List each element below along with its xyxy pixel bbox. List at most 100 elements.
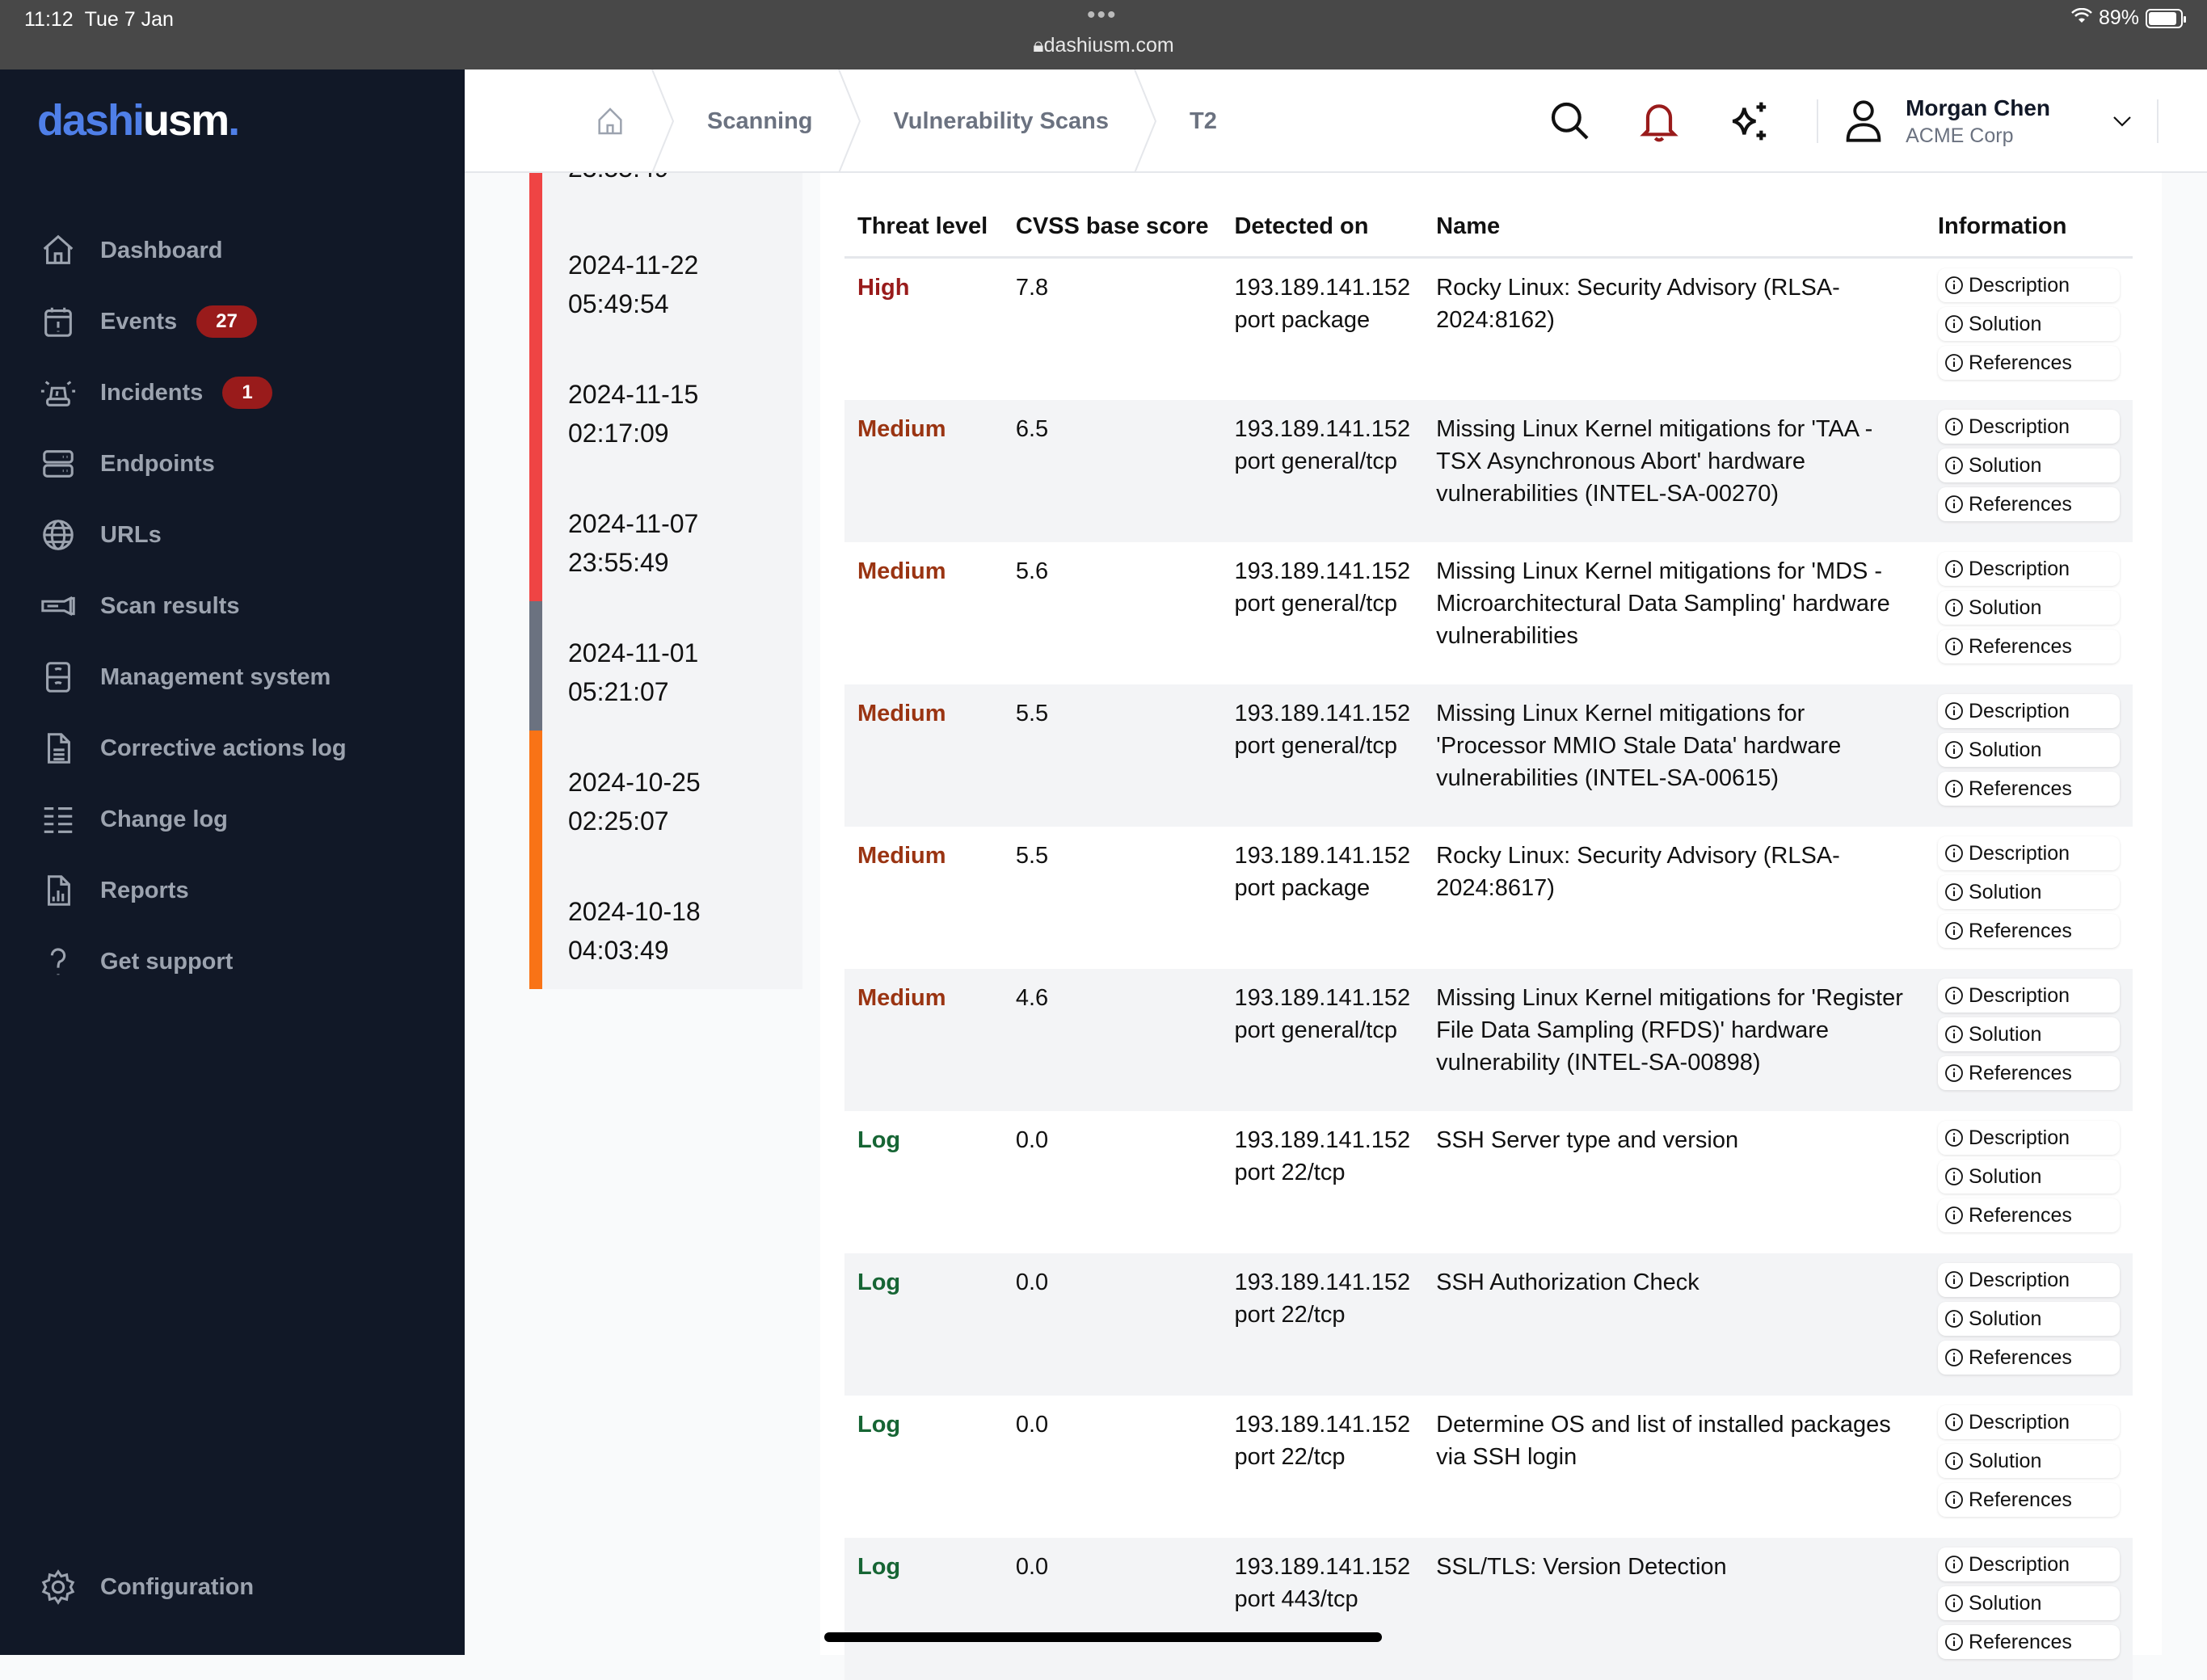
solution-button[interactable]: Solution xyxy=(1938,590,2120,625)
timeline-item[interactable]: 2024-10-18 04:03:49 xyxy=(529,860,802,989)
cell-threat-level: Log xyxy=(844,1253,1003,1396)
description-button[interactable]: Description xyxy=(1938,1262,2120,1297)
references-button[interactable]: References xyxy=(1938,346,2120,380)
references-button[interactable]: References xyxy=(1938,913,2120,948)
sidebar-item-label: URLs xyxy=(100,521,162,548)
sidebar-item-management-system[interactable]: Management system xyxy=(0,642,465,713)
sidebar-item-get-support[interactable]: Get support xyxy=(0,926,465,997)
breadcrumb-scanning[interactable]: Scanning xyxy=(675,69,861,173)
battery-percent: 89% xyxy=(2098,6,2139,29)
info-button-group: Description Solution References xyxy=(1938,978,2120,1090)
notifications-button[interactable] xyxy=(1615,69,1704,173)
logo[interactable]: dashiusm. xyxy=(37,95,240,145)
search-button[interactable] xyxy=(1526,69,1615,173)
description-button[interactable]: Description xyxy=(1938,409,2120,444)
sidebar-item-corrective-actions-log[interactable]: Corrective actions log xyxy=(0,713,465,784)
references-button[interactable]: References xyxy=(1938,1340,2120,1375)
sidebar-item-change-log[interactable]: Change log xyxy=(0,784,465,855)
sidebar-item-reports[interactable]: Reports xyxy=(0,855,465,926)
table-row[interactable]: Log 0.0 193.189.141.152 port 443/tcp SSL/… xyxy=(844,1537,2133,1680)
timeline-item[interactable]: 2024-10-25 02:25:07 xyxy=(529,731,802,860)
description-button[interactable]: Description xyxy=(1938,1120,2120,1155)
sidebar-item-scan-results[interactable]: Scan results xyxy=(0,571,465,642)
info-icon xyxy=(1945,637,1963,655)
sidebar-item-endpoints[interactable]: Endpoints xyxy=(0,428,465,499)
button-label: Solution xyxy=(1969,1449,2042,1472)
host-port: port general/tcp xyxy=(1234,448,1397,474)
description-button[interactable]: Description xyxy=(1938,1547,2120,1581)
description-button[interactable]: Description xyxy=(1938,693,2120,728)
table-row[interactable]: Medium 4.6 193.189.141.152 port general/t… xyxy=(844,968,2133,1111)
timeline-item[interactable]: 2024-11-15 02:17:09 xyxy=(529,343,802,472)
header-name[interactable]: Name xyxy=(1423,197,1925,259)
table-row[interactable]: Medium 5.5 193.189.141.152 port general/t… xyxy=(844,684,2133,827)
timeline-time: 02:17:09 xyxy=(568,419,669,448)
sidebar-item-urls[interactable]: URLs xyxy=(0,499,465,571)
sidebar-item-incidents[interactable]: Incidents 1 xyxy=(0,357,465,428)
sidebar-item-configuration[interactable]: Configuration xyxy=(0,1552,465,1623)
breadcrumb-separator xyxy=(837,69,861,173)
timeline-item[interactable]: 2024-11-01 05:21:07 xyxy=(529,601,802,731)
table-row[interactable]: Medium 5.5 193.189.141.152 port package R… xyxy=(844,827,2133,969)
description-button[interactable]: Description xyxy=(1938,1404,2120,1439)
description-button[interactable]: Description xyxy=(1938,268,2120,302)
references-button[interactable]: References xyxy=(1938,486,2120,521)
header-detected-on[interactable]: Detected on xyxy=(1221,197,1424,259)
references-button[interactable]: References xyxy=(1938,1198,2120,1232)
timeline-item[interactable]: 2024-11-22 05:49:54 xyxy=(529,213,802,343)
description-button[interactable]: Description xyxy=(1938,836,2120,870)
header-cvss-score[interactable]: CVSS base score xyxy=(1002,197,1222,259)
timeline-item-partial[interactable]: 23:55:49 xyxy=(529,173,802,213)
sidebar-item-dashboard[interactable]: Dashboard xyxy=(0,215,465,286)
timeline-item[interactable]: 2024-11-07 23:55:49 xyxy=(529,472,802,601)
references-button[interactable]: References xyxy=(1938,1055,2120,1090)
references-button[interactable]: References xyxy=(1938,629,2120,663)
cell-cvss-score: 7.8 xyxy=(1015,275,1049,301)
info-icon xyxy=(1945,882,1963,901)
description-button[interactable]: Description xyxy=(1938,978,2120,1013)
breadcrumb-t2[interactable]: T2 xyxy=(1157,69,1266,173)
user-menu[interactable]: Morgan Chen ACME Corp xyxy=(1843,95,2133,148)
timeline-date: 2024-11-22 xyxy=(568,251,699,280)
table-row[interactable]: Log 0.0 193.189.141.152 port 22/tcp SSH A… xyxy=(844,1253,2133,1396)
button-label: Description xyxy=(1969,841,2070,865)
threat-level-label: Log xyxy=(857,1269,901,1295)
lock-icon: 🔒︎ xyxy=(1033,34,1044,57)
timeline-time: 02:25:07 xyxy=(568,806,669,836)
button-label: Description xyxy=(1969,1552,2070,1576)
header-threat-level[interactable]: Threat level xyxy=(844,197,1003,259)
more-dots-icon[interactable]: ••• xyxy=(1087,2,1118,29)
solution-button[interactable]: Solution xyxy=(1938,1301,2120,1336)
references-button[interactable]: References xyxy=(1938,1624,2120,1659)
ai-sparkle-button[interactable] xyxy=(1704,69,1792,173)
main-content: 23:55:49 2024-11-22 05:49:54 2024-11-15 … xyxy=(465,173,2207,1680)
info-icon xyxy=(1945,559,1963,578)
table-row[interactable]: Medium 5.6 193.189.141.152 port general/t… xyxy=(844,542,2133,684)
description-button[interactable]: Description xyxy=(1938,551,2120,586)
button-label: References xyxy=(1969,919,2072,942)
solution-button[interactable]: Solution xyxy=(1938,1017,2120,1051)
solution-button[interactable]: Solution xyxy=(1938,307,2120,341)
table-row[interactable]: Log 0.0 193.189.141.152 port 22/tcp Deter… xyxy=(844,1396,2133,1538)
table-row[interactable]: High 7.8 193.189.141.152 port package Roc… xyxy=(844,258,2133,400)
solution-button[interactable]: Solution xyxy=(1938,448,2120,482)
sidebar-item-label: Change log xyxy=(100,806,228,832)
table-row[interactable]: Medium 6.5 193.189.141.152 port general/t… xyxy=(844,399,2133,542)
threat-level-label: Medium xyxy=(857,700,946,726)
solution-button[interactable]: Solution xyxy=(1938,1159,2120,1194)
table-row[interactable]: Log 0.0 193.189.141.152 port 22/tcp SSH S… xyxy=(844,1111,2133,1253)
references-button[interactable]: References xyxy=(1938,771,2120,806)
home-indicator[interactable] xyxy=(824,1632,1382,1642)
solution-button[interactable]: Solution xyxy=(1938,1443,2120,1478)
cell-cvss-score: 0.0 xyxy=(1002,1537,1222,1680)
solution-button[interactable]: Solution xyxy=(1938,874,2120,909)
solution-button[interactable]: Solution xyxy=(1938,1585,2120,1620)
address-bar[interactable]: 🔒︎dashiusm.com xyxy=(0,34,2207,57)
sidebar-item-events[interactable]: Events 27 xyxy=(0,286,465,357)
info-icon xyxy=(1945,1025,1963,1043)
solution-button[interactable]: Solution xyxy=(1938,732,2120,767)
breadcrumb-home[interactable] xyxy=(562,69,675,173)
breadcrumb-vulnerability-scans[interactable]: Vulnerability Scans xyxy=(861,69,1157,173)
button-label: References xyxy=(1969,1630,2072,1653)
references-button[interactable]: References xyxy=(1938,1482,2120,1517)
